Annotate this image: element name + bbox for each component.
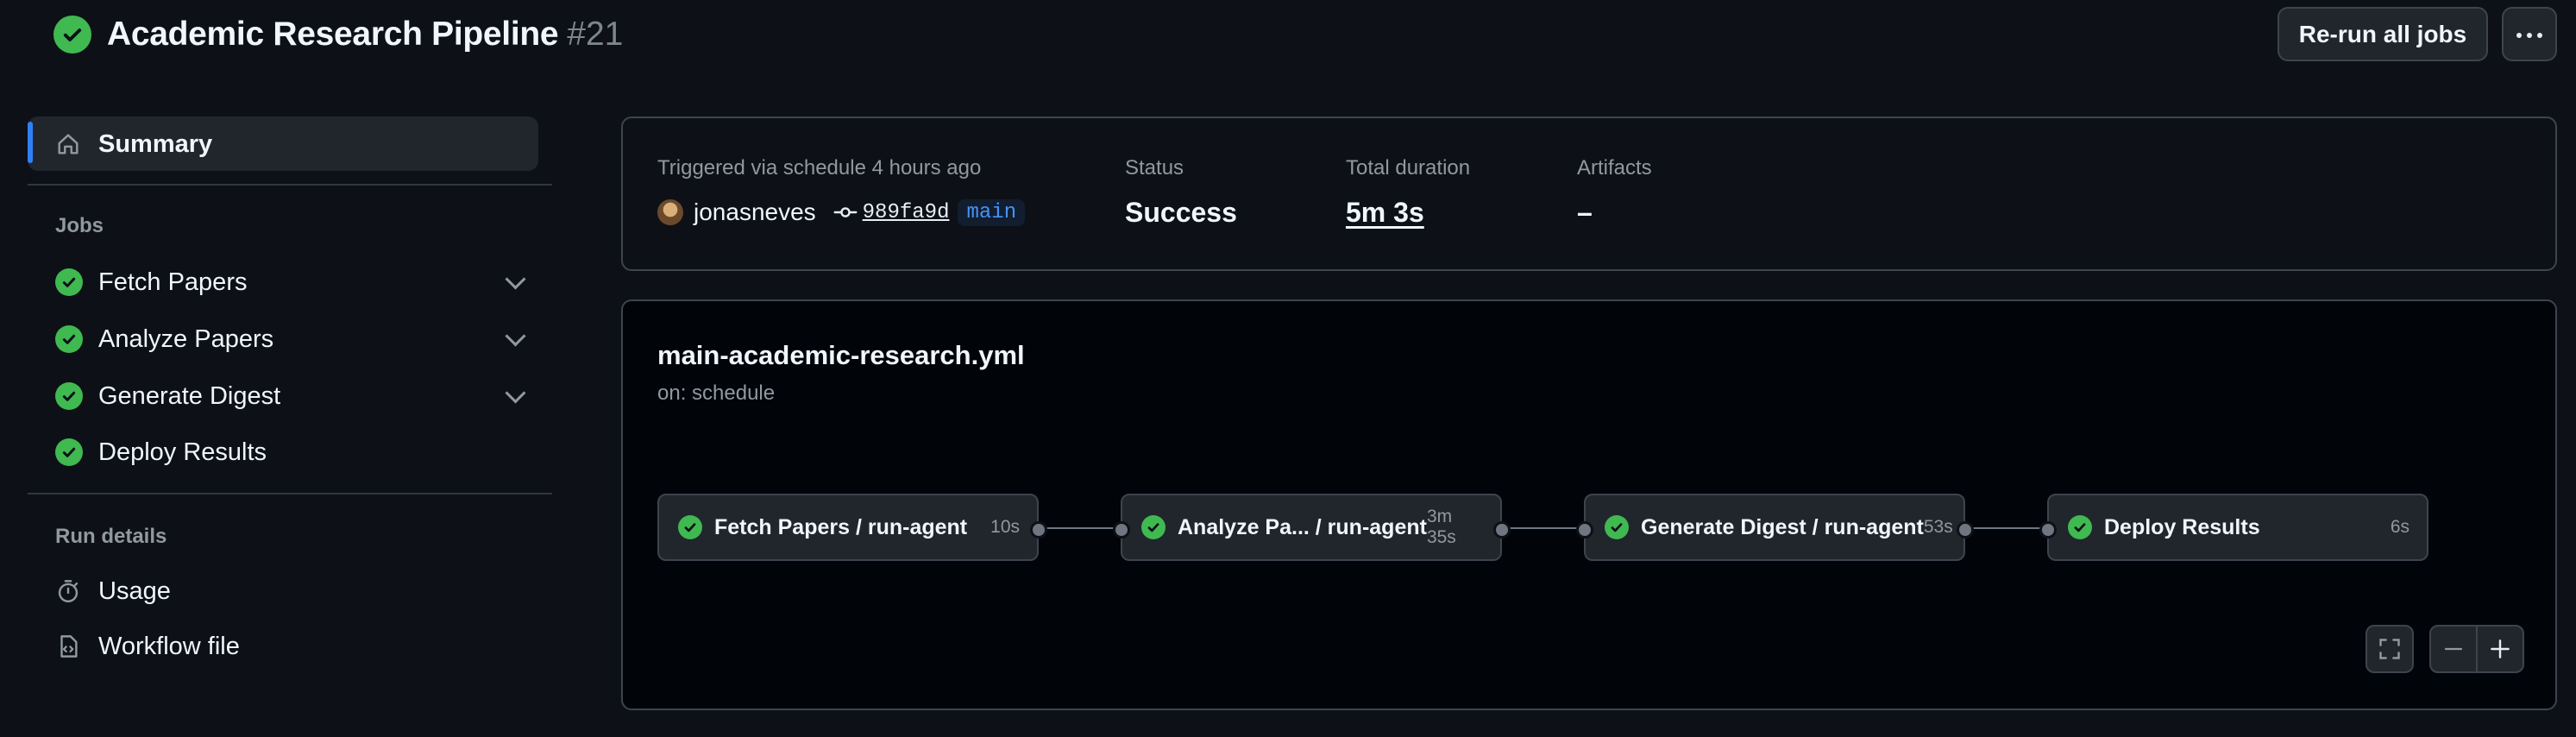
run-details-heading: Run details — [55, 525, 167, 548]
job-node-label: Generate Digest / run-agent — [1641, 514, 1924, 539]
sidebar-divider — [28, 493, 552, 494]
dash-icon — [2444, 647, 2463, 651]
job-node-fetch-papers[interactable]: Fetch Papers / run-agent 10s — [657, 494, 1039, 561]
run-title-row: Academic Research Pipeline #21 — [53, 12, 623, 57]
job-duration: 53s — [1923, 517, 1953, 537]
workflow-file-name: main-academic-research.yml — [657, 340, 1025, 370]
more-options-button[interactable] — [2502, 7, 2557, 61]
job-port — [1493, 521, 1511, 539]
sidebar-item-label: Analyze Papers — [98, 324, 274, 353]
plus-icon — [2491, 639, 2510, 658]
job-duration: 3m 35s — [1426, 507, 1456, 547]
job-node-label: Analyze Pa... / run-agent — [1178, 514, 1427, 539]
rerun-all-jobs-button[interactable]: Re-run all jobs — [2278, 7, 2488, 61]
success-check-icon — [55, 382, 83, 410]
screen-full-icon — [2379, 639, 2400, 659]
success-check-icon — [1605, 515, 1629, 539]
zoom-out-button[interactable] — [2429, 625, 2478, 673]
kebab-horizontal-icon — [2514, 27, 2545, 42]
sidebar-item-workflow-file[interactable]: Workflow file — [55, 627, 240, 665]
chevron-down-icon[interactable] — [505, 324, 526, 347]
run-number: #21 — [567, 16, 624, 53]
commit-sha-link[interactable]: 989fa9d — [863, 201, 950, 224]
success-check-icon — [678, 515, 702, 539]
fullscreen-button[interactable] — [2366, 625, 2414, 673]
job-port — [1113, 521, 1130, 539]
status-value: Success — [1125, 197, 1237, 228]
job-connector — [1502, 527, 1585, 529]
job-duration: 10s — [990, 517, 1020, 537]
status-label: Status — [1125, 156, 1184, 180]
success-check-icon — [1141, 515, 1165, 539]
job-connector — [1039, 527, 1122, 529]
sidebar-job-analyze-papers[interactable]: Analyze Papers — [55, 320, 528, 358]
trigger-details: jonasneves 989fa9d main — [657, 198, 1026, 227]
job-node-label: Fetch Papers / run-agent — [714, 514, 968, 539]
artifacts-value: – — [1577, 197, 1593, 228]
artifacts-label: Artifacts — [1577, 156, 1652, 180]
job-port — [1957, 521, 1974, 539]
sidebar-job-generate-digest[interactable]: Generate Digest — [55, 377, 528, 415]
chevron-down-icon[interactable] — [505, 381, 526, 404]
avatar[interactable] — [657, 199, 683, 225]
duration-value-link[interactable]: 5m 3s — [1346, 197, 1424, 229]
sidebar-item-label: Workflow file — [98, 632, 240, 660]
sidebar-job-fetch-papers[interactable]: Fetch Papers — [55, 263, 528, 301]
job-node-generate-digest[interactable]: Generate Digest / run-agent 53s — [1584, 494, 1965, 561]
sidebar-item-label: Generate Digest — [98, 381, 281, 410]
success-check-icon — [2068, 515, 2092, 539]
zoom-in-button[interactable] — [2476, 625, 2524, 673]
job-connector — [1965, 527, 2048, 529]
job-node-analyze-papers[interactable]: Analyze Pa... / run-agent 3m 35s — [1121, 494, 1502, 561]
git-commit-icon — [833, 207, 858, 217]
success-check-icon — [55, 325, 83, 353]
success-check-icon — [55, 268, 83, 296]
stopwatch-icon — [58, 580, 79, 603]
sidebar-item-label: Deploy Results — [98, 438, 267, 466]
job-node-deploy-results[interactable]: Deploy Results 6s — [2047, 494, 2428, 561]
sidebar-job-deploy-results[interactable]: Deploy Results — [55, 433, 528, 471]
chevron-down-icon[interactable] — [505, 268, 526, 290]
job-duration: 6s — [2390, 517, 2410, 537]
job-port — [1030, 521, 1047, 539]
sidebar-item-label: Usage — [98, 576, 171, 605]
jobs-heading: Jobs — [55, 214, 104, 237]
job-port — [1576, 521, 1593, 539]
success-check-icon — [53, 16, 91, 54]
duration-label: Total duration — [1346, 156, 1471, 180]
sidebar-item-label: Summary — [98, 129, 213, 158]
trigger-text: Triggered via schedule 4 hours ago — [657, 156, 982, 180]
sidebar-divider — [28, 184, 552, 186]
active-indicator — [28, 122, 33, 163]
branch-label[interactable]: main — [958, 198, 1026, 226]
page-title: Academic Research Pipeline — [107, 16, 559, 53]
home-icon — [58, 134, 79, 154]
sidebar-item-label: Fetch Papers — [98, 268, 248, 296]
actor-link[interactable]: jonasneves — [694, 198, 816, 226]
file-code-icon — [60, 635, 78, 658]
sidebar-item-usage[interactable]: Usage — [55, 572, 171, 610]
run-summary-card — [621, 117, 2557, 271]
success-check-icon — [55, 438, 83, 466]
job-port — [2039, 521, 2057, 539]
workflow-trigger: on: schedule — [657, 381, 776, 405]
job-node-label: Deploy Results — [2104, 514, 2260, 539]
